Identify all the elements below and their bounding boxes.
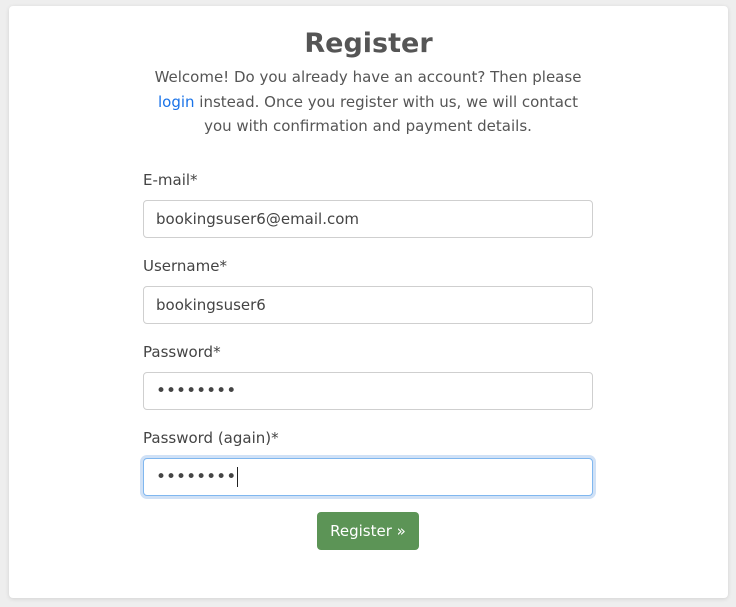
username-value: bookingsuser6 [156,296,266,314]
registration-form: E-mail* bookingsuser6@email.com Username… [143,170,593,550]
intro-text-end: instead. Once you register with us, we w… [194,92,579,136]
email-value: bookingsuser6@email.com [156,210,360,228]
username-label: Username* [143,257,227,275]
register-card: Register Welcome! Do you already have an… [9,6,728,598]
email-label: E-mail* [143,171,198,189]
username-field[interactable]: bookingsuser6 [143,286,593,324]
password-again-field[interactable]: •••••••• [143,458,593,496]
password-again-label: Password (again)* [143,429,279,447]
intro-text-start: Welcome! Do you already have an account?… [154,68,582,86]
text-cursor [237,466,239,487]
email-field[interactable]: bookingsuser6@email.com [143,200,593,238]
password-field[interactable]: •••••••• [143,372,593,410]
submit-container: Register » [143,512,593,550]
intro-text: Welcome! Do you already have an account?… [143,65,593,139]
page-title: Register [304,28,433,59]
password-label: Password* [143,343,221,361]
password-value: •••••••• [156,381,237,401]
password-again-value: •••••••• [156,467,237,487]
register-button[interactable]: Register » [317,512,419,550]
login-link[interactable]: login [158,93,195,111]
